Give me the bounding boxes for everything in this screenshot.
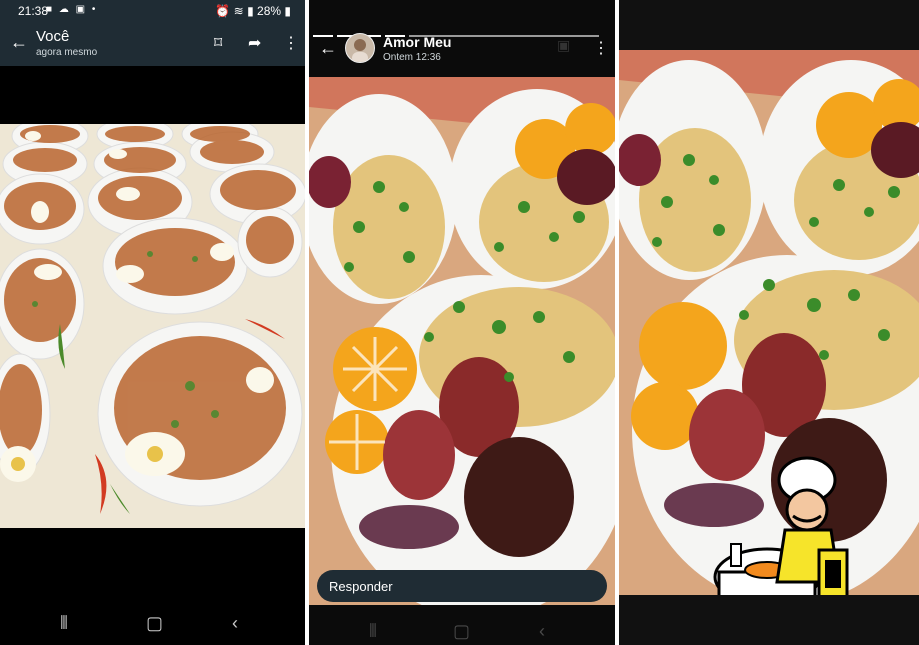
middle-screenshot-panel: ← Amor Meu Ontem 12:36 ▣ ⋮ Responder ⦀ ▢… (309, 0, 615, 645)
status-bar: 21:38 ■ ☁ ▣ • ⏰ ≋ ▮ 28% ▮ (0, 0, 305, 22)
status-time: 21:38 (18, 4, 49, 18)
recent-apps-icon[interactable]: ⦀ (60, 613, 68, 634)
restaurant-logo (707, 452, 859, 612)
battery-percent: 28% (257, 4, 282, 18)
food-photo (309, 77, 615, 605)
reply-bar[interactable]: Responder (317, 570, 607, 602)
page-subtitle: agora mesmo (36, 47, 98, 58)
recent-apps-icon[interactable]: ⦀ (369, 621, 377, 642)
avatar (345, 33, 375, 63)
wifi-icon: ≋ (233, 4, 244, 18)
camera-icon: ▣ (557, 37, 571, 53)
more-vertical-icon[interactable]: ⋮ (593, 38, 609, 58)
page-title: Você (36, 28, 70, 45)
home-icon[interactable]: ▢ (453, 621, 470, 642)
home-icon[interactable]: ▢ (146, 613, 163, 634)
status-icons: ■ ☁ ▣ • (46, 4, 98, 15)
back-nav-icon[interactable]: ‹ (232, 613, 238, 634)
android-nav-bar: ⦀ ▢ ‹ (0, 605, 305, 645)
signal-icon: ▮ (247, 4, 254, 18)
alarm-icon: ⏰ (215, 4, 231, 18)
story-progress-bar (313, 24, 611, 37)
status-header: ← Amor Meu Ontem 12:36 ▣ ⋮ (309, 30, 615, 70)
app-bar: ← Você agora mesmo ⌑ ➦ ⋮ (0, 22, 305, 66)
food-bowls-image (0, 124, 305, 528)
bookmark-icon[interactable]: ⌑ (214, 33, 222, 53)
back-nav-icon[interactable]: ‹ (539, 621, 545, 642)
left-screenshot-panel: 21:38 ■ ☁ ▣ • ⏰ ≋ ▮ 28% ▮ ← Você agora m… (0, 0, 305, 645)
battery-icon: ▮ (284, 4, 291, 18)
chef-icon (713, 456, 849, 608)
android-nav-bar: ⦀ ▢ ‹ (309, 621, 615, 645)
bottom-fill (619, 595, 919, 645)
back-arrow-icon[interactable]: ← (10, 32, 28, 53)
back-arrow-icon[interactable]: ← (319, 38, 337, 59)
food-photo (0, 124, 305, 528)
right-photo-panel (619, 0, 919, 645)
share-icon[interactable]: ➦ (248, 33, 261, 53)
status-time: Ontem 12:36 (383, 52, 441, 63)
reply-label: Responder (329, 579, 393, 594)
status-battery-group: ⏰ ≋ ▮ 28% ▮ (215, 4, 291, 18)
contact-name: Amor Meu (383, 34, 452, 50)
more-vertical-icon[interactable]: ⋮ (283, 33, 299, 53)
feijoada-plates-image (309, 77, 615, 605)
